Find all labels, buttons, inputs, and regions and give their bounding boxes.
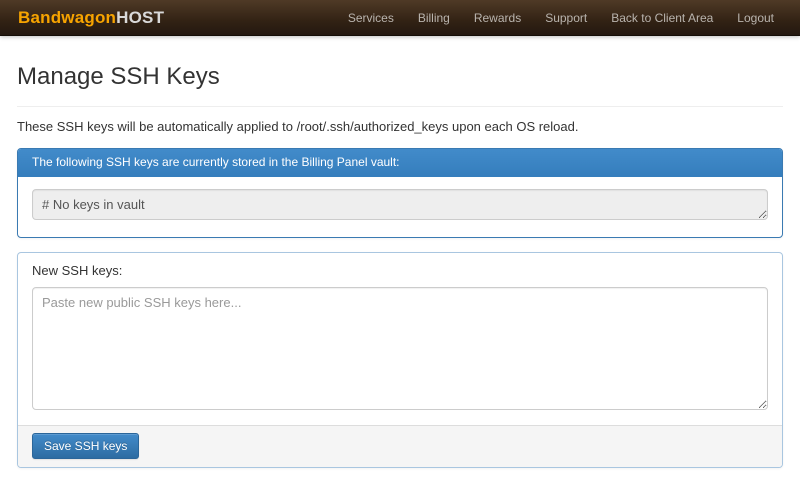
nav-item-back-to-client-area[interactable]: Back to Client Area <box>599 1 725 35</box>
vault-panel: The following SSH keys are currently sto… <box>17 148 783 238</box>
nav-item-support[interactable]: Support <box>533 1 599 35</box>
new-keys-textarea[interactable] <box>32 287 768 410</box>
vault-panel-heading: The following SSH keys are currently sto… <box>18 149 782 177</box>
nav-item-billing[interactable]: Billing <box>406 1 462 35</box>
page-title: Manage SSH Keys <box>17 64 783 90</box>
vault-panel-body: # No keys in vault <box>18 177 782 237</box>
top-navbar: BandwagonHOST Services Billing Rewards S… <box>0 0 800 36</box>
new-keys-label: New SSH keys: <box>32 263 768 278</box>
nav-item-services[interactable]: Services <box>336 1 406 35</box>
nav-item-logout[interactable]: Logout <box>725 1 786 35</box>
new-keys-panel-body: New SSH keys: <box>18 253 782 425</box>
brand-logo-part2: HOST <box>116 8 164 27</box>
brand-logo-part1: Bandwagon <box>18 8 116 27</box>
navbar-links: Services Billing Rewards Support Back to… <box>336 1 786 35</box>
save-ssh-keys-button[interactable]: Save SSH keys <box>32 433 139 459</box>
nav-item-rewards[interactable]: Rewards <box>462 1 533 35</box>
page-header: Manage SSH Keys <box>17 64 783 107</box>
new-keys-panel: New SSH keys: Save SSH keys <box>17 252 783 468</box>
main-container: Manage SSH Keys These SSH keys will be a… <box>0 64 800 468</box>
brand-logo[interactable]: BandwagonHOST <box>18 8 164 28</box>
intro-text: These SSH keys will be automatically app… <box>17 118 783 137</box>
new-keys-panel-footer: Save SSH keys <box>18 425 782 467</box>
vault-keys-textarea[interactable]: # No keys in vault <box>32 189 768 220</box>
